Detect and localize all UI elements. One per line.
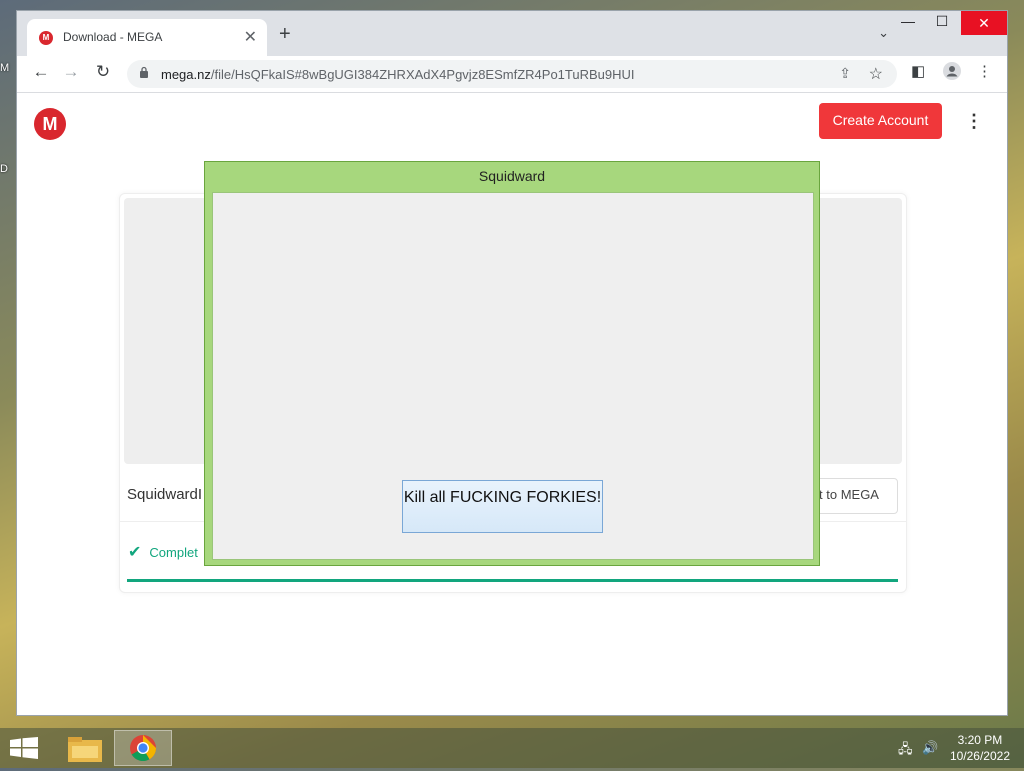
maximize-button[interactable]: ☐ bbox=[925, 13, 959, 37]
address-bar[interactable]: mega.nz/file/HsQFkaIS#8wBgUGI384ZHRXAdX4… bbox=[127, 60, 897, 88]
mega-favicon-icon: M bbox=[39, 31, 53, 45]
popup-action-button[interactable]: Kill all FUCKING FORKIES! bbox=[402, 480, 603, 533]
tab-title: Download - MEGA bbox=[63, 30, 163, 44]
tab-download-mega[interactable]: M Download - MEGA ✕ bbox=[27, 19, 267, 56]
browser-menu-icon[interactable]: ⋮ bbox=[977, 62, 992, 80]
chrome-taskbar-icon[interactable] bbox=[114, 730, 172, 766]
url-text: mega.nz/file/HsQFkaIS#8wBgUGI384ZHRXAdX4… bbox=[161, 67, 635, 82]
windows-start-icon[interactable] bbox=[10, 737, 38, 759]
create-account-button[interactable]: Create Account bbox=[819, 103, 942, 139]
desktop-icon-label: D bbox=[0, 163, 8, 175]
chrome-icon bbox=[130, 735, 157, 762]
bookmark-star-icon[interactable]: ☆ bbox=[869, 64, 883, 84]
network-icon[interactable]: 🖧 bbox=[898, 740, 913, 762]
tab-strip: M Download - MEGA ✕ + ⌄ — ☐ ✕ bbox=[17, 11, 1007, 56]
taskbar: 🖧 🔊 3:20 PM 10/26/2022 bbox=[0, 728, 1024, 768]
mega-logo-icon[interactable]: M bbox=[34, 108, 66, 140]
system-clock[interactable]: 3:20 PM 10/26/2022 bbox=[950, 732, 1010, 764]
url-host: mega.nz bbox=[161, 67, 211, 82]
clock-date: 10/26/2022 bbox=[949, 749, 1010, 763]
side-panel-icon[interactable]: ◧ bbox=[911, 62, 925, 80]
popup-client-area: Kill all FUCKING FORKIES! bbox=[212, 192, 814, 560]
popup-window: Squidward Kill all FUCKING FORKIES! bbox=[204, 161, 820, 566]
file-explorer-icon[interactable] bbox=[56, 730, 114, 766]
browser-toolbar: ← → ↻ mega.nz/file/HsQFkaIS#8wBgUGI384ZH… bbox=[17, 56, 1007, 93]
file-name: SquidwardI bbox=[127, 486, 203, 503]
forward-arrow-icon[interactable]: → bbox=[59, 62, 83, 82]
volume-icon[interactable]: 🔊 bbox=[922, 740, 938, 756]
download-progress-bar bbox=[127, 579, 898, 582]
new-tab-button[interactable]: + bbox=[279, 23, 291, 46]
share-icon[interactable]: ⇪ bbox=[839, 65, 851, 82]
lock-icon bbox=[140, 66, 148, 78]
clock-time: 3:20 PM bbox=[957, 733, 1003, 747]
tab-search-chevron-icon[interactable]: ⌄ bbox=[878, 25, 889, 41]
more-options-icon[interactable]: ⋮ bbox=[965, 111, 983, 132]
status-text: Complet bbox=[149, 545, 198, 560]
desktop-icon-label: M bbox=[0, 62, 10, 74]
close-window-button[interactable]: ✕ bbox=[961, 11, 1007, 35]
back-arrow-icon[interactable]: ← bbox=[29, 62, 53, 82]
tab-close-icon[interactable]: ✕ bbox=[244, 27, 257, 47]
reload-icon[interactable]: ↻ bbox=[91, 62, 115, 82]
folder-glyph bbox=[68, 737, 102, 762]
profile-avatar-glyph bbox=[943, 62, 961, 80]
progress-fill bbox=[127, 579, 898, 582]
minimize-button[interactable]: — bbox=[891, 13, 925, 37]
url-path: /file/HsQFkaIS#8wBgUGI384ZHRXAdX4Pgvjz8E… bbox=[210, 67, 635, 82]
profile-avatar-icon[interactable] bbox=[943, 62, 961, 84]
checkmark-icon: ✔ bbox=[128, 544, 142, 561]
popup-title: Squidward bbox=[478, 168, 546, 184]
download-status: ✔ Complet bbox=[128, 542, 198, 562]
